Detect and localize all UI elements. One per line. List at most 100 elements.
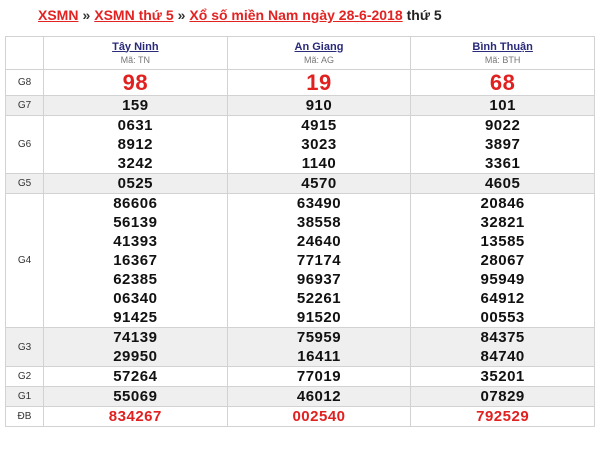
prize-number: 1140 bbox=[301, 155, 337, 172]
prize-row-db: ĐB 834267 002540 792529 bbox=[5, 406, 595, 427]
prize-cell: 0631 8912 3242 bbox=[43, 115, 228, 174]
prize-label: G5 bbox=[5, 173, 44, 194]
prize-number: 13585 bbox=[480, 233, 525, 250]
prize-number: 19 bbox=[306, 70, 332, 95]
province-header: Tây Ninh Mã: TN bbox=[43, 36, 228, 70]
prize-label: G4 bbox=[5, 193, 44, 328]
province-link[interactable]: Tây Ninh bbox=[44, 41, 227, 54]
prize-number: 74139 bbox=[113, 329, 158, 346]
prize-number: 91520 bbox=[296, 309, 342, 326]
prize-cell: 101 bbox=[410, 95, 595, 116]
prize-cell: 86606 56139 41393 16367 62385 06340 91425 bbox=[43, 193, 228, 328]
prize-number: 35201 bbox=[480, 368, 525, 385]
province-header: An Giang Mã: AG bbox=[226, 36, 412, 70]
prize-cell: 4915 3023 1140 bbox=[226, 115, 412, 174]
prize-number: 46012 bbox=[296, 388, 342, 405]
prize-number: 56139 bbox=[113, 214, 158, 231]
prize-number: 84740 bbox=[480, 348, 525, 365]
prize-number: 84375 bbox=[480, 329, 525, 346]
prize-cell: 77019 bbox=[226, 366, 412, 387]
breadcrumb-link-xsmn-thu5[interactable]: XSMN thứ 5 bbox=[94, 7, 173, 23]
prize-number: 07829 bbox=[480, 388, 525, 405]
province-link[interactable]: Bình Thuận bbox=[411, 41, 594, 54]
prize-number: 91425 bbox=[113, 309, 158, 326]
prize-row-g3: G3 74139 29950 75959 16411 84375 84740 bbox=[5, 327, 595, 367]
prize-number: 16411 bbox=[297, 348, 341, 365]
prize-cell: 9022 3897 3361 bbox=[410, 115, 595, 174]
prize-number: 00553 bbox=[480, 309, 525, 326]
prize-cell: 19 bbox=[226, 69, 412, 96]
prize-number: 3361 bbox=[484, 155, 521, 172]
prize-cell: 84375 84740 bbox=[410, 327, 595, 367]
prize-number: 0525 bbox=[117, 175, 154, 192]
prize-number: 3897 bbox=[484, 136, 521, 153]
prize-cell: 159 bbox=[43, 95, 228, 116]
prize-number: 002540 bbox=[292, 408, 346, 425]
prize-row-g6: G6 0631 8912 3242 4915 3023 1140 9022 3897 3361 bbox=[5, 115, 595, 174]
prize-cell: 4605 bbox=[410, 173, 595, 194]
prize-number: 101 bbox=[489, 97, 516, 114]
prize-cell: 75959 16411 bbox=[226, 327, 412, 367]
prize-number: 834267 bbox=[108, 408, 162, 425]
prize-row-g8: G8 98 19 68 bbox=[5, 69, 595, 96]
prize-number: 28067 bbox=[480, 252, 525, 269]
breadcrumb-link-date[interactable]: Xổ số miền Nam ngày 28-6-2018 bbox=[189, 7, 402, 23]
prize-number: 3242 bbox=[117, 155, 154, 172]
corner-cell bbox=[5, 36, 44, 70]
province-link[interactable]: An Giang bbox=[228, 41, 411, 54]
province-code: Mã: TN bbox=[120, 54, 150, 65]
prize-row-g4: G4 86606 56139 41393 16367 62385 06340 91425 634… bbox=[5, 193, 595, 328]
prize-number: 38558 bbox=[296, 214, 342, 231]
prize-number: 77174 bbox=[296, 252, 342, 269]
prize-number: 06340 bbox=[113, 290, 158, 307]
prize-number: 75959 bbox=[296, 329, 342, 346]
prize-number: 52261 bbox=[296, 290, 342, 307]
prize-number: 57264 bbox=[113, 368, 158, 385]
prize-cell: 55069 bbox=[43, 386, 228, 407]
prize-cell: 910 bbox=[226, 95, 412, 116]
province-header: Bình Thuận Mã: BTH bbox=[410, 36, 595, 70]
prize-number: 29950 bbox=[113, 348, 158, 365]
prize-number: 4915 bbox=[301, 117, 337, 134]
prize-row-g1: G1 55069 46012 07829 bbox=[5, 386, 595, 407]
prize-number: 63490 bbox=[296, 195, 342, 212]
prize-rows: G8 98 19 68 G7 159 910 101 G6 0631 8912 3242 4915 302… bbox=[5, 69, 595, 427]
prize-label: G3 bbox=[5, 327, 44, 367]
prize-number: 910 bbox=[305, 97, 333, 114]
breadcrumb-separator: » bbox=[82, 7, 91, 23]
prize-number: 0631 bbox=[117, 117, 154, 134]
prize-cell: 46012 bbox=[226, 386, 412, 407]
prize-number: 159 bbox=[122, 97, 149, 114]
prize-number: 792529 bbox=[476, 408, 530, 425]
prize-number: 16367 bbox=[113, 252, 158, 269]
prize-row-g5: G5 0525 4570 4605 bbox=[5, 173, 595, 194]
prize-row-g2: G2 57264 77019 35201 bbox=[5, 366, 595, 387]
prize-label: G1 bbox=[5, 386, 44, 407]
province-code: Mã: AG bbox=[303, 54, 334, 65]
prize-label: G8 bbox=[5, 69, 44, 96]
prize-number: 24640 bbox=[296, 233, 342, 250]
prize-cell: 0525 bbox=[43, 173, 228, 194]
prize-label: G7 bbox=[5, 95, 44, 116]
province-header-row: Tây Ninh Mã: TN An Giang Mã: AG Bình Thu… bbox=[5, 36, 595, 70]
prize-number: 86606 bbox=[113, 195, 158, 212]
prize-number: 95949 bbox=[480, 271, 525, 288]
prize-number: 9022 bbox=[484, 117, 521, 134]
prize-number: 77019 bbox=[296, 368, 342, 385]
prize-number: 55069 bbox=[113, 388, 158, 405]
province-code: Mã: BTH bbox=[484, 54, 521, 65]
breadcrumb: XSMN» XSMN thứ 5» Xổ số miền Nam ngày 28-6… bbox=[0, 0, 600, 30]
breadcrumb-link-xsmn[interactable]: XSMN bbox=[38, 7, 78, 23]
prize-number: 8912 bbox=[117, 136, 154, 153]
prize-cell: 792529 bbox=[410, 406, 595, 427]
prize-label: G2 bbox=[5, 366, 44, 387]
prize-cell: 98 bbox=[43, 69, 228, 96]
prize-number: 4570 bbox=[301, 175, 337, 192]
prize-cell: 834267 bbox=[43, 406, 228, 427]
prize-number: 32821 bbox=[480, 214, 525, 231]
prize-number: 98 bbox=[122, 70, 149, 95]
prize-number: 64912 bbox=[480, 290, 525, 307]
prize-cell: 68 bbox=[410, 69, 595, 96]
prize-cell: 35201 bbox=[410, 366, 595, 387]
prize-number: 3023 bbox=[301, 136, 337, 153]
